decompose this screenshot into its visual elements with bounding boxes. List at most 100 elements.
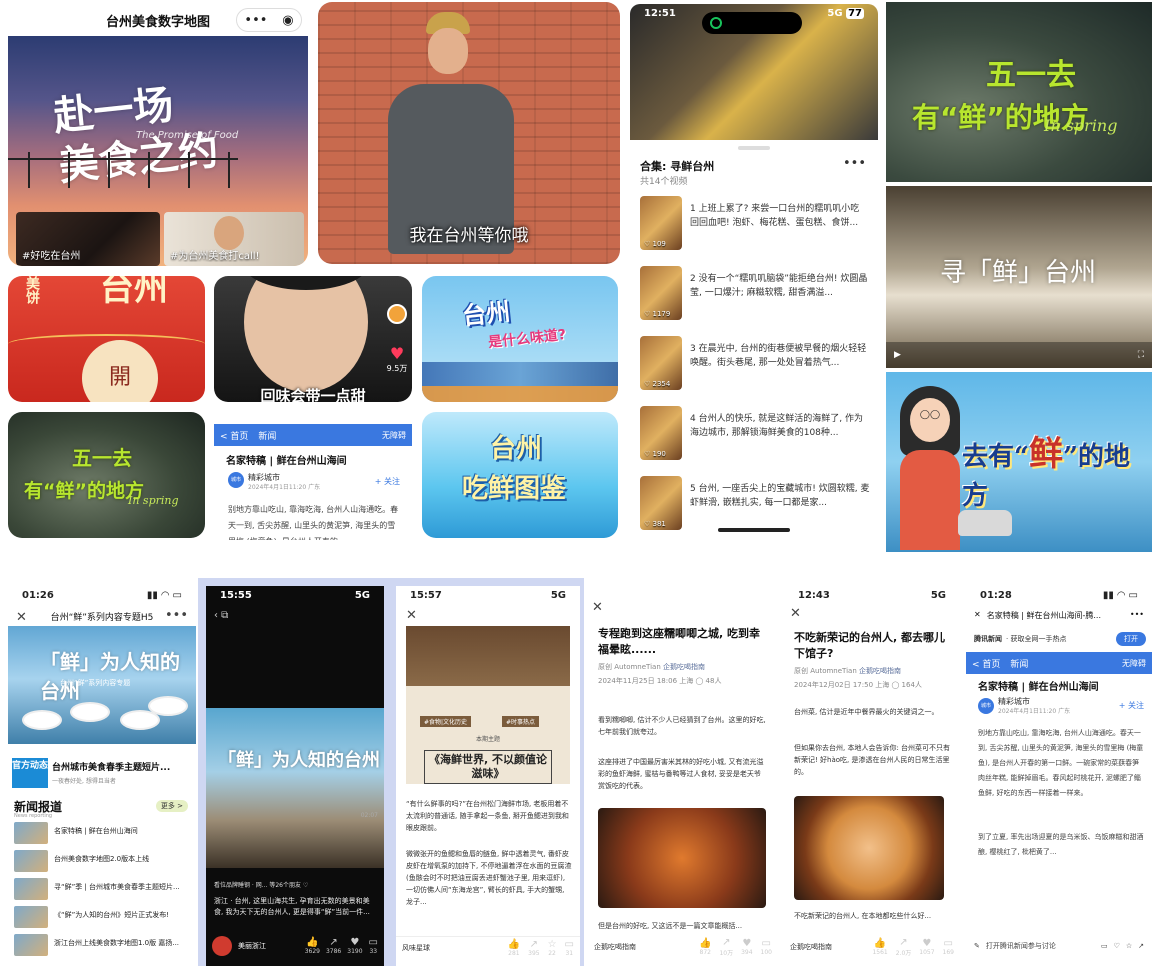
fullscreen-icon[interactable]: ⛶ bbox=[1138, 350, 1144, 360]
video-caption: 我在台州等你哦 bbox=[409, 226, 529, 246]
back-icon[interactable]: ‹ ⧉ bbox=[214, 610, 228, 621]
collection-video-item[interactable]: ♡ 381 5 台州, 一座舌尖上的宝藏城市! 炊圆软糯, 麦虾鲜滑, 嵌糕扎实… bbox=[640, 476, 872, 532]
more-icon[interactable]: ••• bbox=[843, 156, 866, 171]
like-button[interactable]: 👍 1561 bbox=[872, 938, 887, 956]
seafood-guide-card[interactable]: 台州 吃鲜图鉴 bbox=[422, 412, 618, 538]
cartoon-poster[interactable]: ◯◯ 去有“鲜”的地方 bbox=[886, 372, 1152, 552]
like-button[interactable]: 👍 872 bbox=[699, 938, 711, 956]
sheet-drag-handle[interactable] bbox=[738, 146, 770, 150]
promo-video-person[interactable]: 我在台州等你哦 bbox=[318, 2, 620, 264]
vertical-calligraphy: 台州 bbox=[100, 276, 168, 309]
nav-home-link[interactable]: < 首页 bbox=[972, 657, 1000, 670]
news-list-item[interactable]: 浙江台州上线美食数字地图1.0版 嘉扬... bbox=[14, 934, 192, 960]
share-button[interactable]: ↗ 2.0万 bbox=[896, 937, 912, 957]
food-photo bbox=[794, 796, 944, 900]
edit-icon: ✎ bbox=[974, 942, 980, 950]
nav-news-link[interactable]: 新闻 bbox=[258, 429, 276, 442]
may-day-poster-small[interactable]: 五一去 有“鲜”的地方 In spring bbox=[8, 412, 205, 538]
news-list-item[interactable]: 寻“鲜”季 | 台州城市美食春季主题短片... bbox=[14, 878, 192, 904]
close-icon[interactable]: ✕ bbox=[974, 610, 981, 622]
follow-button[interactable]: + 关注 bbox=[375, 476, 400, 487]
heart-icon[interactable]: ♥ bbox=[386, 344, 408, 363]
star-button[interactable]: ☆ 22 bbox=[548, 939, 557, 957]
author-avatar[interactable]: 城市 bbox=[228, 472, 244, 488]
heart-button[interactable]: ♥ 1057 bbox=[919, 938, 934, 956]
creator-avatar[interactable] bbox=[387, 304, 407, 324]
more-icon[interactable]: ••• bbox=[244, 13, 267, 28]
cloud-video-frame[interactable]: 寻「鲜」台州 ▶ ⛶ bbox=[886, 186, 1152, 368]
news-list-item[interactable]: 名家特稿 | 鲜在台州山海间 bbox=[14, 822, 192, 848]
pier-post bbox=[68, 152, 70, 188]
dish-plate bbox=[22, 710, 62, 730]
article-title: 不吃新荣记的台州人, 都去哪儿下馆子? bbox=[794, 631, 946, 660]
more-icon[interactable]: ••• bbox=[165, 608, 188, 623]
account-name[interactable]: 企鹅吃喝指南 bbox=[790, 942, 864, 952]
may-day-poster[interactable]: 五一去 有“鲜”的地方 In spring bbox=[886, 2, 1152, 182]
follow-button[interactable]: + 关注 bbox=[1119, 700, 1144, 711]
eating-video-card[interactable]: ♥ 9.5万 回味会带一点甜 bbox=[214, 276, 412, 402]
account-name[interactable]: 风味星球 bbox=[402, 943, 500, 953]
close-icon[interactable]: ◉ bbox=[282, 13, 293, 28]
share-button[interactable]: ↗ 10万 bbox=[719, 937, 733, 957]
article-action-bar: 企鹅吃喝指南 👍 1561 ↗ 2.0万 ♥ 1057 ▭ 169 bbox=[784, 936, 960, 958]
open-app-button[interactable]: 打开 bbox=[1116, 632, 1146, 646]
video-action-bar: 美丽浙江 👍 3629 ↗ 3786 ♥ 3190 ▭ 33 bbox=[206, 932, 384, 960]
video-thumb: ♡ 381 bbox=[640, 476, 682, 530]
video-player[interactable]: 12:51 5G 77 bbox=[630, 4, 878, 140]
heart-button[interactable]: ♥ 394 bbox=[741, 938, 752, 956]
discussion-prompt[interactable]: 打开腾讯新闻参与讨论 bbox=[986, 941, 1095, 951]
nav-home-link[interactable]: < 首页 bbox=[220, 429, 248, 442]
like-button[interactable]: 👍 281 bbox=[508, 939, 520, 957]
collection-video-item[interactable]: ♡ 190 4 台州人的快乐, 就是这鲜活的海鲜了, 作为海边城市, 那解锁海鲜… bbox=[640, 406, 872, 462]
star-icon[interactable]: ☆ bbox=[1126, 942, 1132, 950]
article-action-bar: 风味星球 👍 281 ↗ 395 ☆ 22 ▭ 31 bbox=[396, 936, 580, 958]
red-spring-card[interactable]: 台州 美饼 開 bbox=[8, 276, 205, 402]
accessibility-link[interactable]: 无障碍 bbox=[382, 430, 406, 441]
news-article-preview[interactable]: < 首页 新闻 无障碍 名家特稿 | 鲜在台州山海间 城市 精彩城市 2024年… bbox=[214, 410, 412, 540]
share-icon[interactable]: ↗ bbox=[1138, 942, 1144, 950]
taste-cartoon-card[interactable]: 台州 是什么味道? bbox=[422, 276, 618, 402]
share-button[interactable]: ↗ 395 bbox=[528, 939, 539, 957]
eater-face bbox=[244, 276, 368, 392]
video-thumb-host[interactable]: #为台州美食打call! bbox=[164, 212, 304, 266]
article-cover: #食物|文化历史 #时事热点 本期主题 《海鲜世界, 不以颜值论滋味》 bbox=[406, 626, 570, 784]
comment-button[interactable]: ▭ 31 bbox=[565, 939, 574, 957]
collection-video-item[interactable]: ♡ 109 1 上班上累了? 来尝一口台州的糯叽叽小吃 回回血吧! 泡虾、梅花糕… bbox=[640, 196, 872, 252]
video-thumb-label: #为台州美食打call! bbox=[170, 251, 260, 262]
comment-button[interactable]: ▭ 100 bbox=[761, 938, 772, 956]
more-icon[interactable]: ••• bbox=[1130, 610, 1144, 622]
close-icon[interactable]: ✕ bbox=[790, 606, 801, 621]
account-name[interactable]: 企鹅吃喝指南 bbox=[594, 942, 691, 952]
collection-video-item[interactable]: ♡ 2354 3 在晨光中, 台州的街巷便被早餐的烟火轻轻唤醒。街头巷尾, 那一… bbox=[640, 336, 872, 392]
collection-video-item[interactable]: ♡ 1179 2 没有一个“糯叽叽脑袋”能拒绝台州! 炊圆晶莹, 一口爆汁; 麻… bbox=[640, 266, 872, 322]
close-icon[interactable]: ✕ bbox=[406, 608, 417, 623]
news-list-item[interactable]: 台州美食数字地图2.0版本上线 bbox=[14, 850, 192, 876]
video-frame[interactable]: 「鲜」为人知的台州 bbox=[206, 708, 384, 868]
accessibility-link[interactable]: 无障碍 bbox=[1122, 658, 1146, 669]
news-list-item[interactable]: 《“鲜”为人知的台州》短片正式发布! bbox=[14, 906, 192, 932]
news-nav-bar: < 首页 新闻 无障碍 bbox=[966, 652, 1152, 674]
video-thumb: ♡ 1179 bbox=[640, 266, 682, 320]
play-icon[interactable]: ▶ bbox=[894, 350, 901, 360]
heart-button[interactable]: ♥ 3190 bbox=[347, 937, 362, 955]
video-thumb-food[interactable]: #好吃在台州 bbox=[16, 212, 160, 266]
comment-button[interactable]: ▭ 33 bbox=[369, 937, 378, 955]
food-map-miniprogram-card[interactable]: 台州美食数字地图 ••• ◉ 赴一场 美食之约 The Promise of F… bbox=[8, 2, 308, 266]
author-avatar[interactable]: 城市 bbox=[978, 698, 994, 714]
close-icon[interactable]: ✕ bbox=[592, 600, 603, 615]
comment-button[interactable]: ▭ 169 bbox=[943, 938, 954, 956]
person-head bbox=[428, 28, 468, 74]
share-button[interactable]: ↗ 3786 bbox=[326, 937, 341, 955]
comment-icon[interactable]: ▭ bbox=[1101, 942, 1108, 950]
account-name[interactable]: 美丽浙江 bbox=[238, 941, 299, 951]
account-avatar[interactable] bbox=[212, 936, 232, 956]
like-icon[interactable]: ♡ bbox=[1114, 942, 1120, 950]
official-video-title[interactable]: 台州城市美食春季主题短片... bbox=[52, 760, 192, 773]
pier-post bbox=[148, 152, 150, 188]
pier-post bbox=[108, 152, 110, 188]
discussion-bar: ✎ 打开腾讯新闻参与讨论 ▭ ♡ ☆ ↗ bbox=[966, 936, 1152, 956]
dish-plate bbox=[148, 696, 188, 716]
like-button[interactable]: 👍 3629 bbox=[305, 937, 320, 955]
news-more-button[interactable]: 更多 > bbox=[155, 800, 188, 812]
nav-news-link[interactable]: 新闻 bbox=[1010, 657, 1028, 670]
